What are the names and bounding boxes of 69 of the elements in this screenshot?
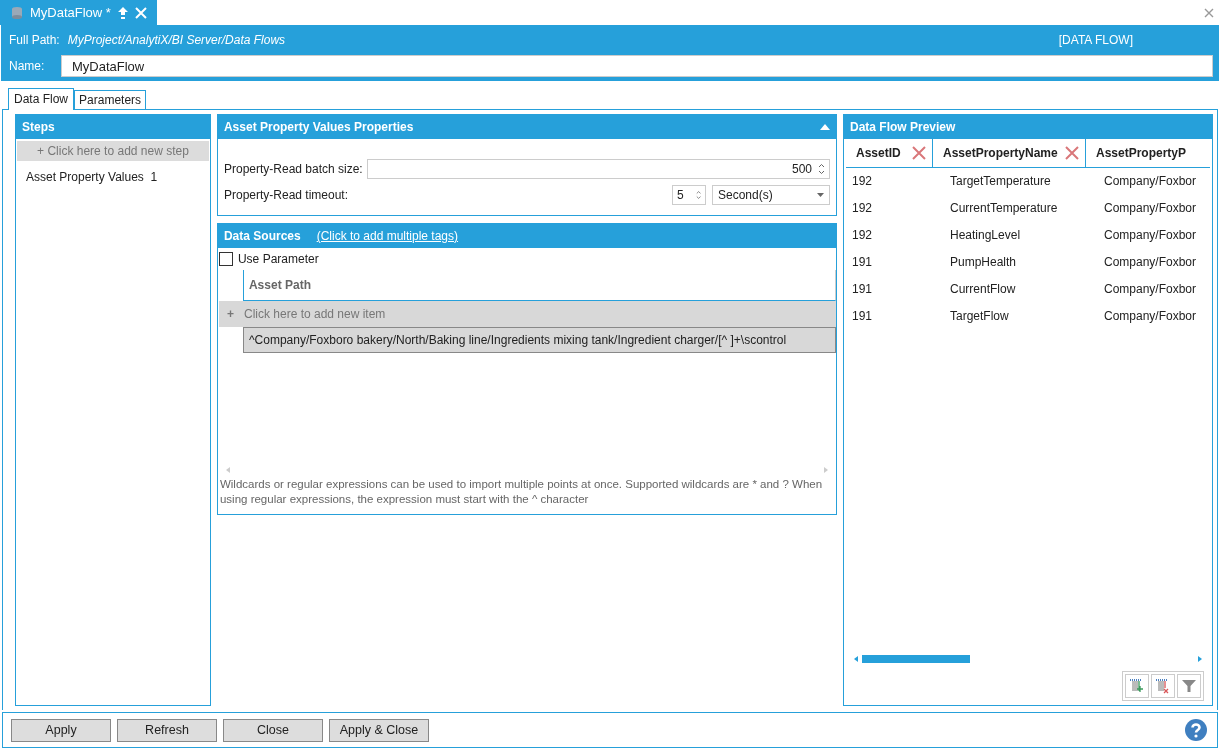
table-cell-text: CurrentFlow [949, 281, 1017, 298]
footer-button[interactable]: Refresh [117, 718, 217, 742]
panel-title: Asset Property Values Properties [223, 120, 414, 134]
column-header[interactable]: Asset Path [243, 270, 835, 300]
footer-button[interactable]: Apply [11, 718, 111, 742]
close-icon[interactable] [1204, 7, 1214, 18]
footer-button[interactable]: Close [223, 718, 323, 742]
batch-size-field[interactable]: 500 [366, 159, 830, 179]
remove-icon[interactable] [912, 146, 926, 160]
table-cell-text: Company/Foxbor [1103, 308, 1198, 325]
table-cell-text: 191 [851, 281, 874, 298]
filter-button[interactable] [1177, 674, 1201, 698]
pin-icon[interactable] [116, 5, 129, 20]
collapse-icon[interactable] [820, 124, 830, 130]
table-cell-text: TargetFlow [949, 308, 1010, 325]
filter-icon [1181, 678, 1197, 694]
checkbox[interactable] [218, 252, 233, 266]
column-header[interactable]: AssetPropertyName [933, 139, 1086, 167]
table-cell-text: 191 [851, 308, 874, 325]
scroll-right-icon[interactable] [824, 466, 828, 473]
step-item[interactable]: Asset Property Values 1 [16, 163, 210, 191]
table-cell-text: 191 [851, 254, 874, 271]
scroll-left-icon[interactable] [854, 656, 858, 662]
scrollbar-thumb[interactable] [862, 655, 970, 663]
column-cross-icon [1155, 678, 1171, 694]
unit-dropdown[interactable]: Second(s) [712, 185, 830, 205]
document-title: MyDataFlow * [30, 5, 111, 20]
help-text: Wildcards or regular expressions can be used to import multiple points at once. Supported wildcards are * and ? When using regular expressions, the expression must start with the ^ character [218, 476, 824, 508]
checkbox-label: Use Parameter [237, 252, 319, 266]
name-label: Name: [9, 59, 46, 73]
path-label: Full Path: [9, 33, 60, 47]
panel-title: Data Sources [223, 229, 301, 243]
batch-size-label: Property-Read batch size: [223, 162, 363, 176]
tab[interactable]: Data Flow [8, 88, 75, 110]
help-icon[interactable] [1185, 719, 1207, 741]
add-column-button[interactable] [1125, 674, 1149, 698]
table-cell-text: HeatingLevel [949, 227, 1022, 244]
table-cell-text: Company/Foxbor [1103, 173, 1198, 190]
table-cell-text: 192 [851, 227, 874, 244]
timeout-field[interactable]: 5 [672, 185, 706, 205]
dropdown-arrow-icon [817, 193, 824, 197]
spinner-arrows-icon[interactable] [695, 189, 701, 201]
table-cell-text: 192 [851, 200, 874, 217]
table-cell-text: PumpHealth [949, 254, 1018, 271]
name-field[interactable]: MyDataFlow [61, 55, 1213, 77]
type-label: [DATA FLOW] [1058, 33, 1133, 47]
spinner-arrows-icon[interactable] [818, 163, 825, 175]
table-cell-text: Company/Foxbor [1103, 227, 1198, 244]
scroll-left-icon[interactable] [225, 466, 230, 473]
tab[interactable]: Parameters [74, 90, 147, 109]
table-cell-text: Company/Foxbor [1103, 254, 1198, 271]
path-text: MyProject/AnalytiX/BI Server/Data Flows [67, 33, 286, 47]
footer-button[interactable]: Apply & Close [329, 718, 429, 742]
database-icon [10, 5, 24, 20]
remove-icon[interactable] [1065, 146, 1079, 160]
panel-title: Steps [16, 115, 210, 139]
timeout-label: Property-Read timeout: [223, 188, 348, 202]
column-header[interactable]: AssetPropertyP [1086, 139, 1202, 167]
column-header[interactable]: AssetID [846, 139, 933, 167]
table-cell-text: CurrentTemperature [949, 200, 1059, 217]
column-plus-icon [1129, 678, 1145, 694]
table-cell-text: Company/Foxbor [1103, 200, 1198, 217]
table-cell-text: 192 [851, 173, 874, 190]
table-cell-text: TargetTemperature [949, 173, 1052, 190]
table-cell-text: Company/Foxbor [1103, 281, 1198, 298]
scroll-right-icon[interactable] [1198, 656, 1202, 662]
asset-path-cell[interactable]: ^Company/Foxboro bakery/North/Baking line/Ingredients mixing tank/Ingredient charger/[^ ]+\scontrol [242, 327, 836, 353]
remove-column-button[interactable] [1151, 674, 1175, 698]
panel-title: Data Flow Preview [844, 115, 1212, 139]
